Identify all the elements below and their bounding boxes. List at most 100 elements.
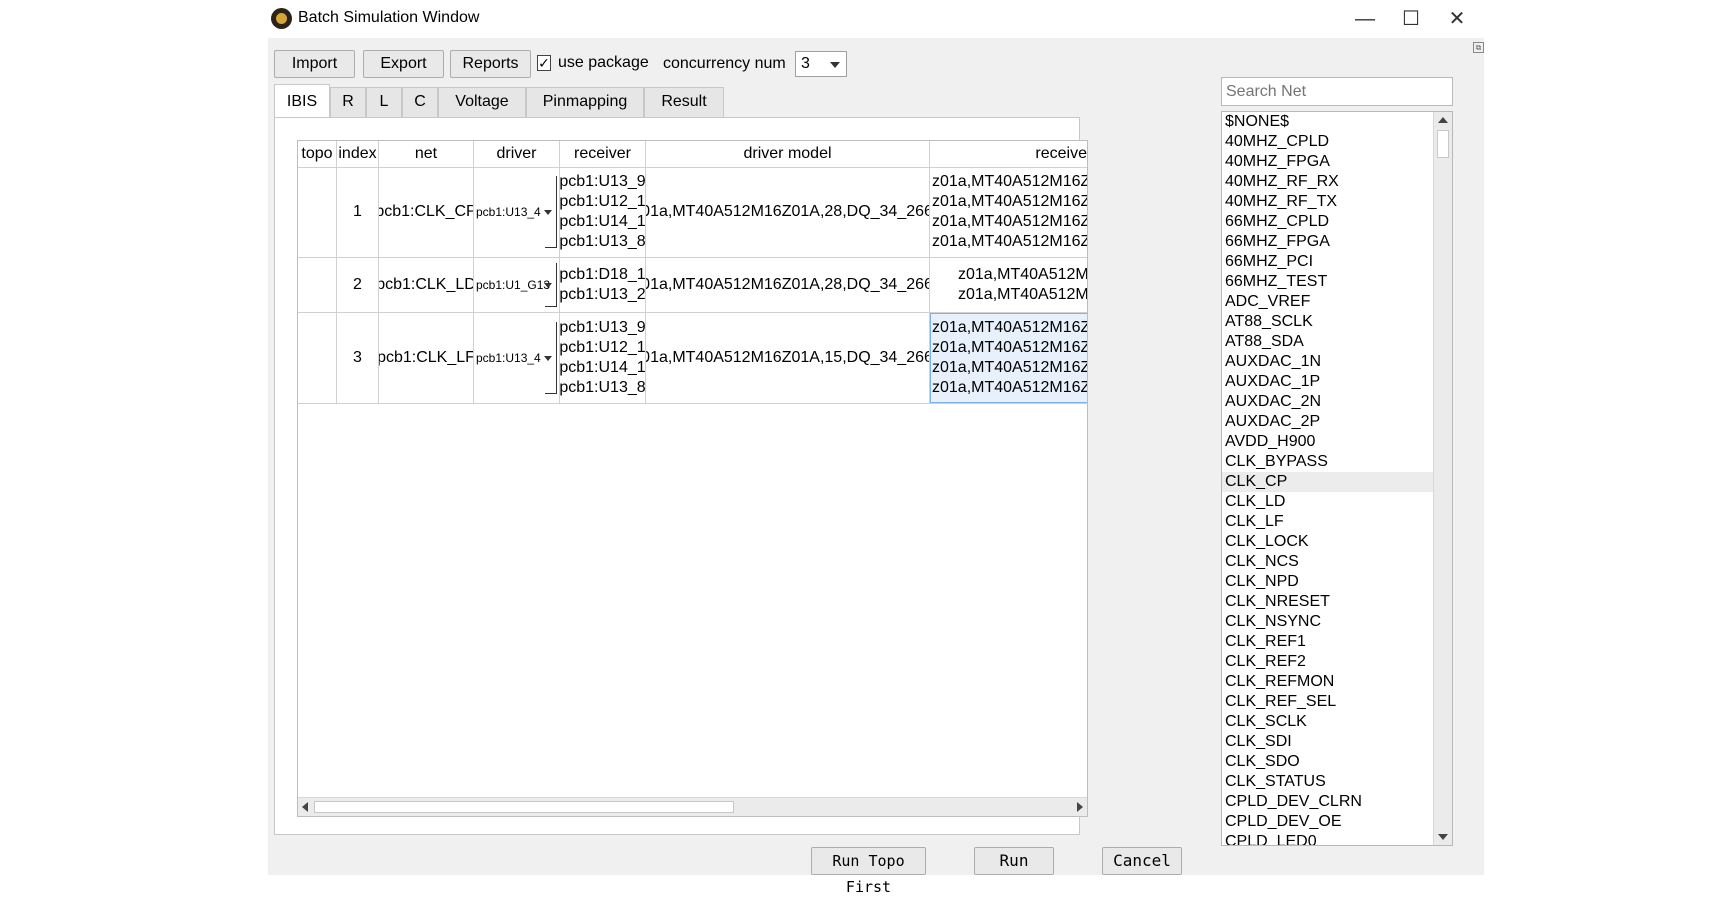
col-topo[interactable]: topo bbox=[298, 141, 337, 167]
cancel-button[interactable]: Cancel bbox=[1102, 847, 1182, 875]
driver-select[interactable]: pcb1:U1_G13 bbox=[474, 258, 560, 312]
receiver-cell[interactable]: pcb1:D18_1 pcb1:U13_2 bbox=[560, 258, 646, 312]
horizontal-scrollbar[interactable] bbox=[298, 797, 1087, 816]
tab-r[interactable]: R bbox=[330, 87, 366, 117]
net-list-item[interactable]: 40MHZ_FPGA bbox=[1222, 152, 1436, 172]
minimize-button[interactable]: — bbox=[1342, 4, 1388, 34]
net-list-item[interactable]: AT88_SCLK bbox=[1222, 312, 1436, 332]
col-receiver-model[interactable]: receive bbox=[930, 141, 1087, 167]
net-list-item[interactable]: CPLD_DEV_CLRN bbox=[1222, 792, 1436, 812]
driver-model-cell[interactable]: z01a,MT40A512M16Z01A,28,DQ_34_2666 bbox=[646, 258, 930, 312]
driver-value: pcb1:U1_G13 bbox=[476, 278, 551, 292]
net-list-item[interactable]: CLK_REFMON bbox=[1222, 672, 1436, 692]
scroll-left-icon[interactable] bbox=[302, 802, 308, 812]
net-list-item[interactable]: 66MHZ_FPGA bbox=[1222, 232, 1436, 252]
tab-ibis[interactable]: IBIS bbox=[274, 84, 330, 118]
net-list-item[interactable]: AUXDAC_1N bbox=[1222, 352, 1436, 372]
driver-model-cell[interactable]: z01a,MT40A512M16Z01A,28,DQ_34_2666 bbox=[646, 167, 930, 257]
net-list-item[interactable]: CLK_BYPASS bbox=[1222, 452, 1436, 472]
concurrency-label: concurrency num bbox=[663, 55, 786, 72]
topo-cell[interactable] bbox=[298, 258, 337, 312]
net-list-item[interactable]: 66MHZ_CPLD bbox=[1222, 212, 1436, 232]
net-list-item[interactable]: CPLD_DEV_OE bbox=[1222, 812, 1436, 832]
import-button[interactable]: Import bbox=[274, 50, 355, 78]
scrollbar-thumb[interactable] bbox=[314, 801, 734, 813]
receiver-model: z01a,MT40A512M16Z01 bbox=[932, 233, 1087, 250]
concurrency-value: 3 bbox=[801, 55, 810, 72]
net-list-item[interactable]: CLK_CP bbox=[1222, 472, 1436, 492]
net-list-item[interactable]: CLK_SDI bbox=[1222, 732, 1436, 752]
table-row[interactable]: 2 pcb1:CLK_LD pcb1:U1_G13 pcb1:D18_1 pcb… bbox=[298, 258, 1087, 313]
receiver-model: z01a,MT40A512M16Z01 bbox=[932, 213, 1087, 230]
tab-voltage[interactable]: Voltage bbox=[438, 87, 526, 117]
net-list-item[interactable]: CLK_LD bbox=[1222, 492, 1436, 512]
net-list-item[interactable]: AUXDAC_2N bbox=[1222, 392, 1436, 412]
col-net[interactable]: net bbox=[379, 141, 474, 167]
tab-result[interactable]: Result bbox=[644, 87, 724, 117]
driver-select[interactable]: pcb1:U13_4 bbox=[474, 167, 560, 257]
receiver-model-cell[interactable]: z01a,MT40A512M16Z01 z01a,MT40A512M16Z01 … bbox=[930, 167, 1087, 257]
tab-c[interactable]: C bbox=[402, 87, 438, 117]
close-button[interactable]: ✕ bbox=[1434, 4, 1480, 34]
receiver-model: z01a,MT40A512M16Z01 bbox=[932, 379, 1087, 396]
net-list-item[interactable]: ADC_VREF bbox=[1222, 292, 1436, 312]
reports-button[interactable]: Reports bbox=[450, 50, 531, 78]
vertical-scrollbar[interactable] bbox=[1433, 112, 1452, 845]
scroll-down-icon[interactable] bbox=[1438, 834, 1448, 840]
receiver-cell[interactable]: pcb1:U13_9 pcb1:U12_1 pcb1:U14_1 pcb1:U1… bbox=[560, 167, 646, 257]
concurrency-select[interactable]: 3 bbox=[795, 51, 847, 77]
search-net-input[interactable] bbox=[1221, 77, 1453, 106]
use-package-label: use package bbox=[558, 54, 649, 71]
index-cell: 2 bbox=[337, 258, 379, 312]
use-package-checkbox[interactable]: ✓ bbox=[537, 55, 551, 71]
net-list-item[interactable]: CLK_LOCK bbox=[1222, 532, 1436, 552]
export-button[interactable]: Export bbox=[363, 50, 444, 78]
tab-l[interactable]: L bbox=[366, 87, 402, 117]
net-list-item[interactable]: CLK_NCS bbox=[1222, 552, 1436, 572]
net-list-item[interactable]: AUXDAC_1P bbox=[1222, 372, 1436, 392]
net-list-item[interactable]: CLK_SDO bbox=[1222, 752, 1436, 772]
table-row[interactable]: 1 pcb1:CLK_CP pcb1:U13_4 pcb1:U13_9 pcb1… bbox=[298, 167, 1087, 258]
net-list-item[interactable]: CLK_REF1 bbox=[1222, 632, 1436, 652]
net-cell: pcb1:CLK_LD bbox=[379, 258, 474, 312]
float-panel-icon[interactable]: ⧉ bbox=[1473, 42, 1484, 53]
driver-select[interactable]: pcb1:U13_4 bbox=[474, 313, 560, 403]
net-list-item[interactable]: AT88_SDA bbox=[1222, 332, 1436, 352]
net-list-item[interactable]: 66MHZ_TEST bbox=[1222, 272, 1436, 292]
net-cell: pcb1:CLK_CP bbox=[379, 167, 474, 257]
col-driver[interactable]: driver bbox=[474, 141, 560, 167]
col-index[interactable]: index bbox=[337, 141, 379, 167]
driver-model-cell[interactable]: z01a,MT40A512M16Z01A,15,DQ_34_2666 bbox=[646, 313, 930, 403]
net-list-item[interactable]: CLK_LF bbox=[1222, 512, 1436, 532]
net-list-item[interactable]: $NONE$ bbox=[1222, 112, 1436, 132]
receiver-model-cell[interactable]: z01a,MT40A512M16 z01a,MT40A512M16 bbox=[930, 258, 1087, 312]
net-list-item[interactable]: 66MHZ_PCI bbox=[1222, 252, 1436, 272]
tab-pinmapping[interactable]: Pinmapping bbox=[526, 87, 644, 117]
scroll-up-icon[interactable] bbox=[1438, 117, 1448, 123]
run-button[interactable]: Run bbox=[974, 847, 1054, 875]
net-list-item[interactable]: CLK_NRESET bbox=[1222, 592, 1436, 612]
receiver-model-cell-selected[interactable]: z01a,MT40A512M16Z01 z01a,MT40A512M16Z01 … bbox=[930, 313, 1087, 403]
col-driver-model[interactable]: driver model bbox=[646, 141, 930, 167]
maximize-button[interactable]: ☐ bbox=[1388, 4, 1434, 34]
scroll-right-icon[interactable] bbox=[1077, 802, 1083, 812]
net-list-item[interactable]: 40MHZ_RF_RX bbox=[1222, 172, 1436, 192]
net-list-item[interactable]: 40MHZ_CPLD bbox=[1222, 132, 1436, 152]
table-row[interactable]: 3 pcb1:CLK_LF pcb1:U13_4 pcb1:U13_9 pcb1… bbox=[298, 313, 1087, 404]
net-list-item[interactable]: CLK_STATUS bbox=[1222, 772, 1436, 792]
run-topo-first-button[interactable]: Run Topo First bbox=[811, 847, 926, 896]
net-list-item[interactable]: CLK_NSYNC bbox=[1222, 612, 1436, 632]
topo-cell[interactable] bbox=[298, 167, 337, 257]
net-list-item[interactable]: 40MHZ_RF_TX bbox=[1222, 192, 1436, 212]
net-list-item[interactable]: CLK_SCLK bbox=[1222, 712, 1436, 732]
net-list-item[interactable]: AVDD_H900 bbox=[1222, 432, 1436, 452]
net-list-item[interactable]: CLK_REF2 bbox=[1222, 652, 1436, 672]
scrollbar-thumb[interactable] bbox=[1437, 130, 1449, 158]
net-list-item[interactable]: CPLD_LED0 bbox=[1222, 832, 1436, 845]
receiver-cell[interactable]: pcb1:U13_9 pcb1:U12_1 pcb1:U14_1 pcb1:U1… bbox=[560, 313, 646, 403]
col-receiver[interactable]: receiver bbox=[560, 141, 646, 167]
net-list-item[interactable]: AUXDAC_2P bbox=[1222, 412, 1436, 432]
net-list-item[interactable]: CLK_NPD bbox=[1222, 572, 1436, 592]
topo-cell[interactable] bbox=[298, 313, 337, 403]
net-list-item[interactable]: CLK_REF_SEL bbox=[1222, 692, 1436, 712]
